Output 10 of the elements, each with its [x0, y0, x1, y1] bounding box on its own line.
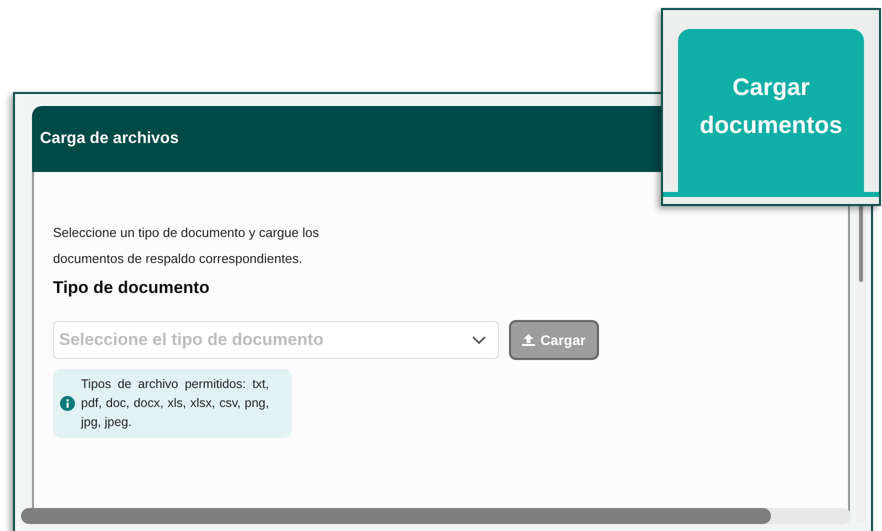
document-type-select[interactable]: Seleccione el tipo de documento	[53, 321, 499, 359]
scrollbar-thumb[interactable]	[21, 508, 771, 524]
upload-icon	[522, 334, 536, 346]
chevron-down-icon	[472, 336, 486, 344]
allowed-types-text: Tipos de archivo permitidos: txt, pdf, doc, docx, xls, xlsx, csv, png, jpg, jpeg.	[81, 376, 269, 431]
instructions-text: Seleccione un tipo de documento y cargue los documentos de respaldo correspondientes.	[53, 224, 320, 268]
upload-documents-button[interactable]: Cargar documentos	[678, 29, 864, 192]
panel-title: Carga de archivos	[40, 130, 179, 148]
info-icon	[60, 396, 75, 411]
section-title: Tipo de documento	[53, 278, 210, 298]
